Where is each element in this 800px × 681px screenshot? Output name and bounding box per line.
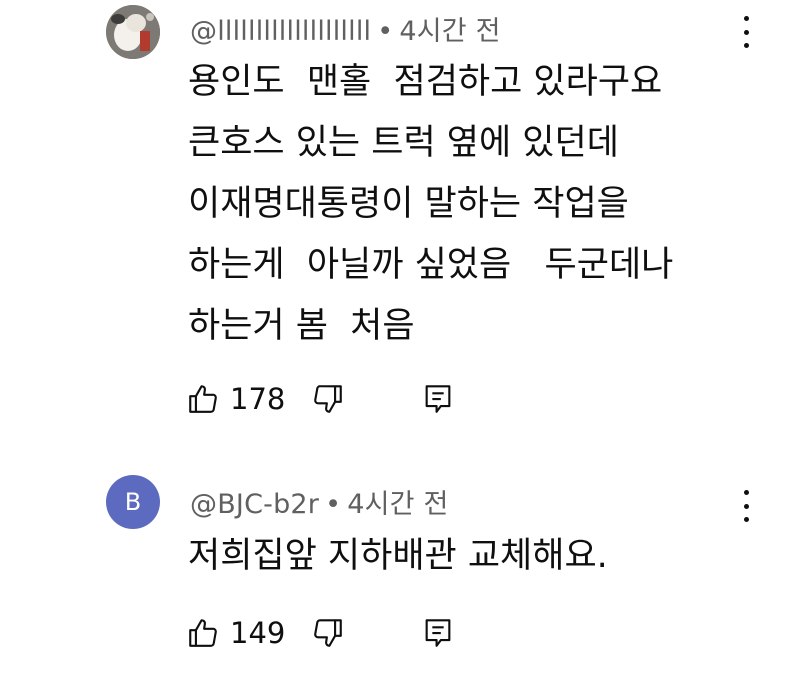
comment-text: 저희집앞 지하배관 교체해요. <box>188 536 608 576</box>
thumb-down-icon <box>314 619 343 647</box>
more-dot <box>743 517 749 522</box>
reply-icon <box>425 619 451 647</box>
like-count: 149 <box>230 616 286 650</box>
author-name[interactable]: @BJC-b2r <box>190 489 319 520</box>
more-dot <box>743 490 749 495</box>
meta-separator: • <box>325 489 342 520</box>
reply-button[interactable] <box>421 616 455 650</box>
avatar-letter: B <box>124 488 142 516</box>
more-dot <box>743 503 749 509</box>
comment-actions: 149 <box>186 613 455 653</box>
avatar[interactable]: B <box>106 475 160 529</box>
like-button[interactable] <box>186 616 220 650</box>
more-options-button[interactable] <box>732 488 760 524</box>
comment-item: B @BJC-b2r • 4시간 전 저희집앞 지하배관 교체해요. 149 <box>0 0 800 681</box>
comment-time: 4시간 전 <box>347 489 449 520</box>
thumb-up-icon <box>189 619 217 647</box>
dislike-button[interactable] <box>311 616 345 650</box>
comment-meta: @BJC-b2r • 4시간 전 <box>190 482 449 521</box>
